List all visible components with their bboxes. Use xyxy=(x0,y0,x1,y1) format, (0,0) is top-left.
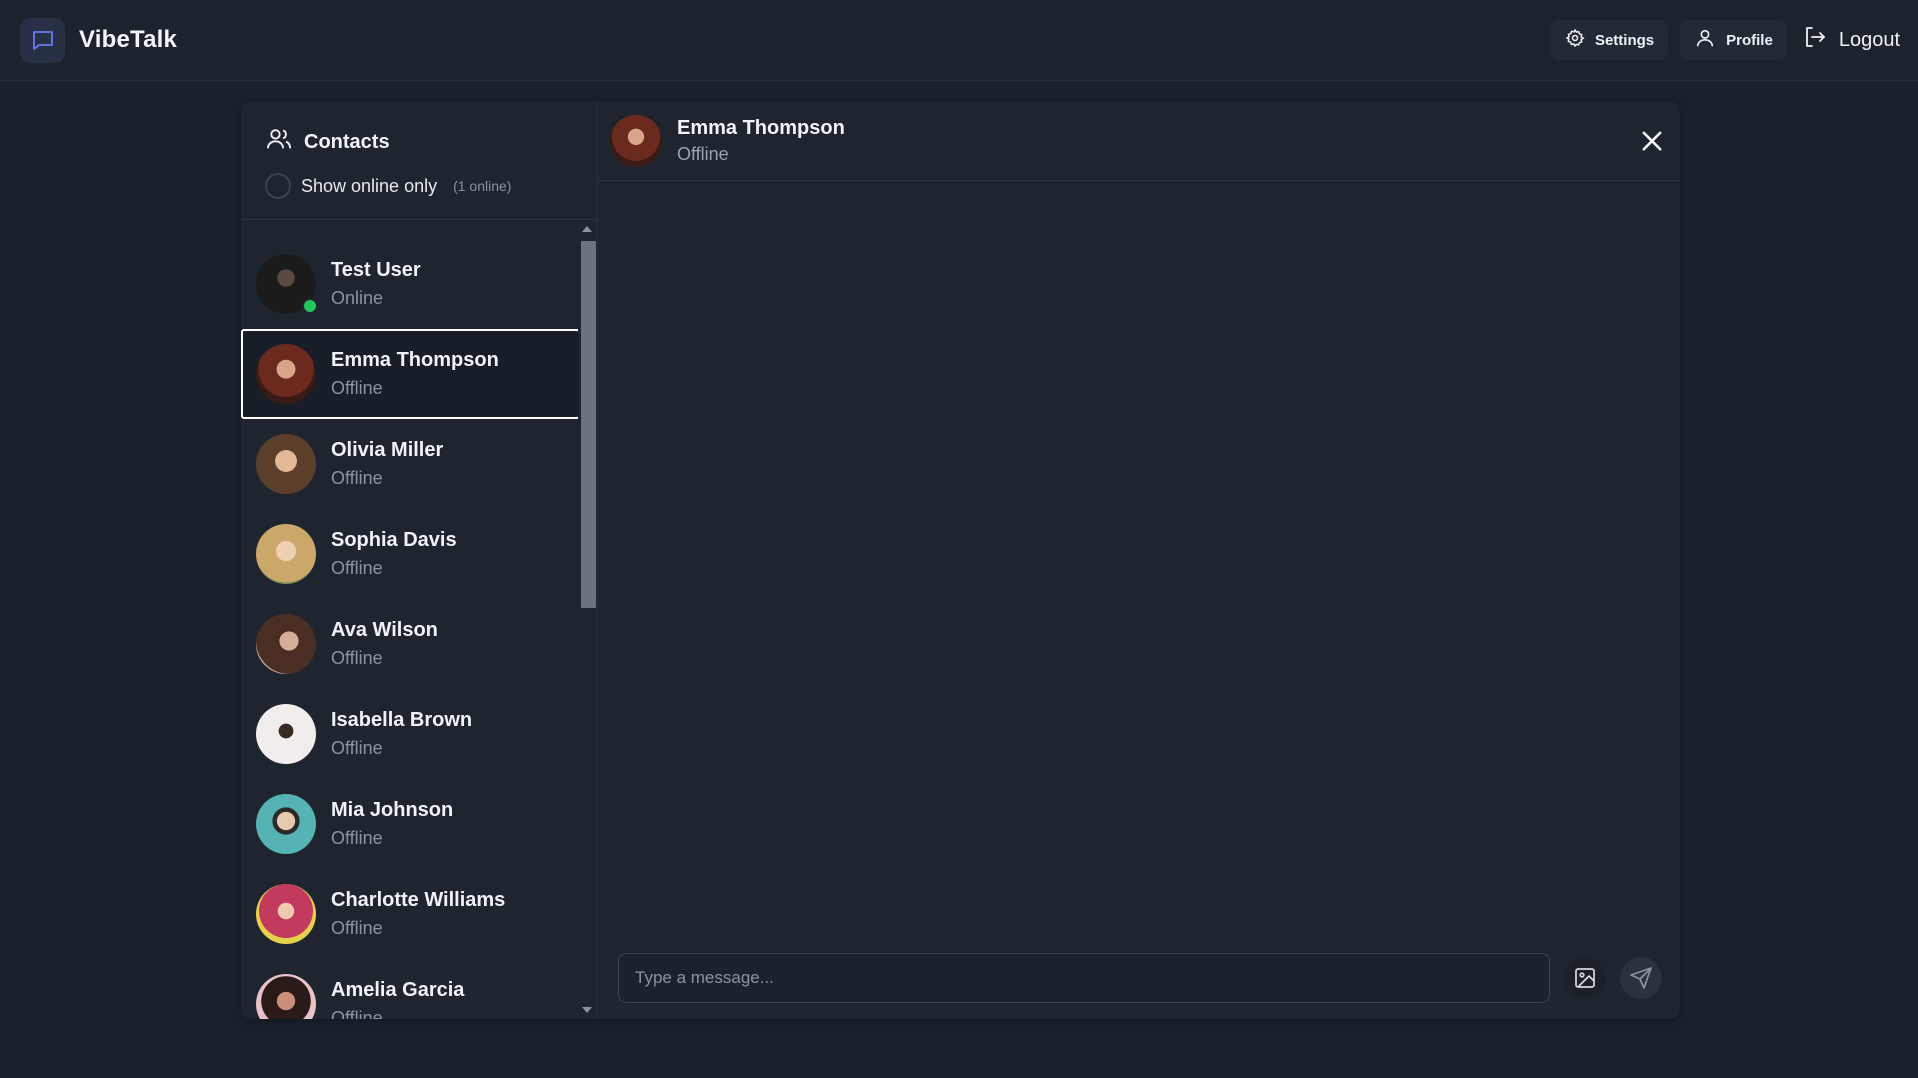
nav-actions: Settings Profile Logout xyxy=(1550,20,1900,60)
chat-bubble-icon xyxy=(20,17,65,63)
contact-name: Amelia Garcia xyxy=(331,979,465,1001)
contact-item[interactable]: Ava Wilson Offline xyxy=(241,599,580,689)
users-icon xyxy=(265,125,293,159)
contact-status: Online xyxy=(331,288,384,308)
message-input[interactable] xyxy=(618,953,1550,1003)
top-navbar: VibeTalk Settings Profile Logout xyxy=(0,0,1918,81)
contact-status: Offline xyxy=(331,738,383,758)
settings-button[interactable]: Settings xyxy=(1550,20,1669,60)
message-composer xyxy=(598,937,1680,1019)
contact-item[interactable]: Charlotte Williams Offline xyxy=(241,869,580,959)
contact-name: Emma Thompson xyxy=(331,349,499,371)
contact-status: Offline xyxy=(331,558,383,578)
chat-panel: Emma Thompson Offline xyxy=(598,101,1680,1019)
contact-name: Test User xyxy=(331,259,421,281)
contact-status: Offline xyxy=(331,1008,383,1019)
contact-status: Offline xyxy=(331,828,383,848)
contacts-title: Contacts xyxy=(265,125,573,159)
contact-item[interactable]: Isabella Brown Offline xyxy=(241,689,580,779)
logout-label: Logout xyxy=(1838,28,1900,51)
avatar xyxy=(256,614,316,674)
online-only-checkbox[interactable] xyxy=(265,173,291,199)
contact-item[interactable]: Olivia Miller Offline xyxy=(241,419,580,509)
image-icon xyxy=(1575,968,1595,988)
contacts-sidebar: Contacts Show online only (1 online) Tes… xyxy=(241,101,598,1019)
chat-avatar xyxy=(610,114,662,167)
scroll-up-arrow[interactable] xyxy=(582,226,592,232)
contacts-title-label: Contacts xyxy=(304,130,390,153)
logout-button[interactable]: Logout xyxy=(1799,20,1900,60)
contact-status: Offline xyxy=(331,378,383,398)
avatar xyxy=(256,344,316,404)
contact-name: Sophia Davis xyxy=(331,529,457,551)
contact-status: Offline xyxy=(331,918,383,938)
contact-item-selected[interactable]: Emma Thompson Offline xyxy=(241,329,580,419)
contact-status: Offline xyxy=(331,468,383,488)
avatar xyxy=(256,884,316,944)
chat-contact-name: Emma Thompson xyxy=(677,116,845,139)
contact-name: Ava Wilson xyxy=(331,619,438,641)
settings-label: Settings xyxy=(1594,31,1655,49)
brand[interactable]: VibeTalk xyxy=(20,17,178,63)
avatar xyxy=(256,434,316,494)
contact-name: Mia Johnson xyxy=(331,799,454,821)
avatar xyxy=(256,254,318,314)
contact-list-scrollbar[interactable] xyxy=(578,220,597,1019)
online-filter: Show online only (1 online) xyxy=(265,173,573,199)
send-button[interactable] xyxy=(1620,957,1662,999)
contact-name: Isabella Brown xyxy=(331,709,473,731)
contact-name: Charlotte Williams xyxy=(331,889,506,911)
online-indicator xyxy=(302,298,318,314)
online-count: (1 online) xyxy=(453,178,512,194)
profile-label: Profile xyxy=(1726,31,1773,49)
contact-item[interactable]: Mia Johnson Offline xyxy=(241,779,580,869)
send-icon xyxy=(1630,967,1652,989)
profile-button[interactable]: Profile xyxy=(1680,20,1787,60)
scroll-down-arrow[interactable] xyxy=(582,1007,592,1013)
avatar xyxy=(256,704,316,764)
avatar xyxy=(256,524,316,584)
gear-icon xyxy=(1565,28,1585,52)
avatar xyxy=(256,794,316,854)
contact-item[interactable]: Test User Online xyxy=(241,239,580,329)
app-name: VibeTalk xyxy=(79,26,178,53)
user-icon xyxy=(1694,27,1716,53)
chat-card: Contacts Show online only (1 online) Tes… xyxy=(241,101,1680,1019)
close-chat-button[interactable] xyxy=(1638,127,1666,155)
close-icon xyxy=(1642,131,1662,151)
message-area xyxy=(598,181,1680,937)
avatar xyxy=(256,974,316,1019)
chat-header: Emma Thompson Offline xyxy=(598,101,1680,181)
sidebar-header: Contacts Show online only (1 online) xyxy=(241,101,597,220)
chat-contact-status: Offline xyxy=(677,143,729,164)
contact-item[interactable]: Amelia Garcia Offline xyxy=(241,959,580,1019)
contact-list[interactable]: Test User Online Emma Thompson Offline O… xyxy=(241,220,597,1019)
attach-image-button[interactable] xyxy=(1564,957,1606,999)
logout-icon xyxy=(1803,25,1827,55)
online-only-label[interactable]: Show online only xyxy=(301,176,437,197)
contact-status: Offline xyxy=(331,648,383,668)
scroll-thumb[interactable] xyxy=(581,241,596,608)
contact-item[interactable]: Sophia Davis Offline xyxy=(241,509,580,599)
contact-name: Olivia Miller xyxy=(331,439,444,461)
